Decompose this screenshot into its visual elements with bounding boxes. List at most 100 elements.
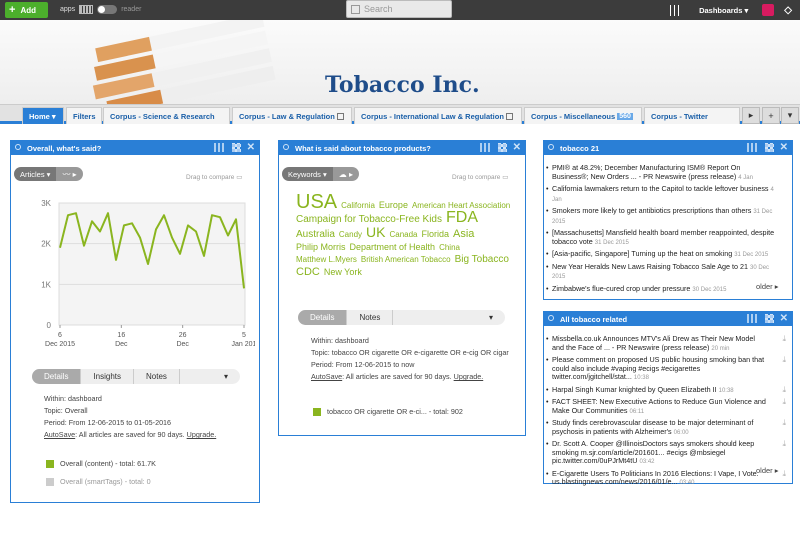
news-item[interactable]: Study finds cerebrovascular disease to b…	[546, 418, 786, 437]
keyword-term[interactable]: British American Tobacco	[361, 254, 451, 266]
keyword-term[interactable]: Candy	[339, 229, 362, 241]
metric-selector[interactable]: Articles ▾ 〰 ▸	[14, 167, 83, 181]
keyword-term[interactable]: Canada	[389, 229, 417, 241]
tab-filters[interactable]: Filters	[66, 107, 102, 124]
keyword-term[interactable]: FDA	[446, 210, 478, 226]
news-headline[interactable]: New Year Heralds New Laws Raising Tobacc…	[552, 262, 750, 271]
apps-toggle[interactable]: apps reader	[60, 5, 141, 14]
news-headline[interactable]: E-Cigarette Users To Politicians In 2016…	[552, 469, 759, 487]
tab-twitter[interactable]: Corpus - Twitter	[644, 107, 740, 124]
news-headline[interactable]: [Massachusetts] Mansfield health board m…	[552, 228, 774, 246]
older-button[interactable]: older ▸	[756, 466, 779, 475]
news-headline[interactable]: Zimbabwe's flue-cured crop under pressur…	[552, 284, 692, 293]
grid-icon[interactable]	[231, 143, 241, 152]
pin-icon[interactable]	[15, 144, 21, 150]
line-chart-icon[interactable]: 〰 ▸	[56, 167, 83, 181]
download-icon[interactable]: ⤓	[782, 355, 786, 365]
news-headline[interactable]: Smokers more likely to get antibiotics p…	[552, 206, 753, 215]
keyword-term[interactable]: Europe	[379, 199, 408, 211]
articles-dropdown[interactable]: Articles ▾	[14, 167, 57, 181]
tab-details[interactable]: Details	[298, 310, 348, 325]
avatar[interactable]	[762, 4, 775, 16]
news-item[interactable]: Please comment on proposed US public hou…	[546, 355, 786, 383]
tab-details[interactable]: Details	[32, 369, 82, 384]
keyword-term[interactable]: USA	[296, 192, 337, 212]
download-icon[interactable]: ⤓	[782, 418, 786, 428]
download-icon[interactable]: ⤓	[782, 439, 786, 449]
keyword-term[interactable]: UK	[366, 225, 385, 239]
grid-icon[interactable]	[497, 143, 507, 152]
upgrade-link[interactable]: Upgrade.	[454, 372, 484, 381]
keywords-dropdown[interactable]: Keywords ▾	[282, 167, 333, 181]
tab-science-research[interactable]: Corpus - Science & Research	[103, 107, 230, 124]
news-headline[interactable]: PMI® at 48.2%; December Manufacturing IS…	[552, 163, 740, 181]
close-icon[interactable]: ✕	[247, 143, 255, 153]
keyword-term[interactable]: Asia	[453, 228, 474, 240]
news-item[interactable]: New Year Heralds New Laws Raising Tobacc…	[546, 262, 776, 282]
chart-icon[interactable]	[746, 314, 759, 323]
keyword-term[interactable]: New York	[324, 266, 362, 278]
tab-insights[interactable]: Insights	[81, 369, 135, 384]
news-headline[interactable]: Harpal Singh Kumar knighted by Queen Eli…	[552, 385, 719, 394]
chart-icon[interactable]	[213, 143, 226, 152]
news-item[interactable]: Zimbabwe's flue-cured crop under pressur…	[546, 284, 776, 295]
grid-icon[interactable]	[764, 314, 774, 323]
news-item[interactable]: PMI® at 48.2%; December Manufacturing IS…	[546, 163, 776, 182]
tabs-menu-button[interactable]: ▾	[781, 107, 799, 124]
news-item[interactable]: Missbella.co.uk Announces MTV's Ali Drew…	[546, 334, 786, 353]
keyword-term[interactable]: Big Tobacco	[455, 254, 509, 266]
diamond-icon[interactable]: ◇	[784, 5, 792, 16]
details-menu[interactable]: ▾	[393, 310, 505, 325]
tab-law-regulation[interactable]: Corpus - Law & Regulation	[232, 107, 352, 124]
close-icon[interactable]: ✕	[780, 314, 788, 324]
news-item[interactable]: [Massachusetts] Mansfield health board m…	[546, 228, 776, 247]
news-headline[interactable]: FACT SHEET: New Executive Actions to Red…	[552, 397, 766, 415]
drag-to-compare[interactable]: Drag to compare ▭	[452, 173, 508, 181]
close-icon[interactable]: ✕	[780, 143, 788, 153]
keyword-term[interactable]: Matthew L.Myers	[296, 254, 357, 266]
chart-icon[interactable]	[479, 143, 492, 152]
legend-content[interactable]: Overall (content) - total: 61.7K	[46, 459, 156, 468]
download-icon[interactable]: ⤓	[782, 385, 786, 395]
keyword-term[interactable]: CDC	[296, 266, 320, 278]
tabs-next-button[interactable]: ▸	[742, 107, 760, 124]
upgrade-link[interactable]: Upgrade.	[187, 430, 217, 439]
news-headline[interactable]: Study finds cerebrovascular disease to b…	[552, 418, 753, 436]
keyword-term[interactable]: Australia	[296, 229, 335, 241]
news-item[interactable]: Dr. Scott A. Cooper @IllinoisDoctors say…	[546, 439, 786, 467]
keyword-term[interactable]: California	[341, 200, 375, 212]
drag-to-compare[interactable]: Drag to compare ▭	[186, 173, 242, 181]
legend-keywords[interactable]: tobacco OR cigarette OR e-ci... - total:…	[313, 407, 463, 416]
tab-miscellaneous[interactable]: Corpus - Miscellaneous 560	[524, 107, 642, 124]
legend-smarttags[interactable]: Overall (smartTags) - total: 0	[46, 477, 151, 486]
pin-icon[interactable]	[283, 144, 289, 150]
news-headline[interactable]: [Asia-pacific, Singapore] Turning up the…	[552, 249, 734, 258]
news-item[interactable]: E-Cigarette Users To Politicians In 2016…	[546, 469, 786, 488]
tab-international-law[interactable]: Corpus - International Law & Regulation	[354, 107, 522, 124]
keyword-term[interactable]: China	[439, 242, 460, 254]
news-headline[interactable]: California lawmakers return to the Capit…	[552, 184, 771, 193]
add-button[interactable]: + Add	[5, 2, 48, 18]
cloud-icon[interactable]: ☁ ▸	[332, 167, 360, 181]
dashboards-dropdown[interactable]: Dashboards ▾	[699, 6, 748, 15]
keyword-term[interactable]: Department of Health	[350, 241, 436, 253]
details-menu[interactable]: ▾	[180, 369, 240, 384]
search-input[interactable]: Search	[346, 0, 452, 18]
close-icon[interactable]: ✕	[513, 143, 521, 153]
chart-icon[interactable]	[746, 143, 759, 152]
add-tab-button[interactable]: +	[762, 107, 780, 124]
autosave-link[interactable]: AutoSave	[311, 372, 342, 381]
tab-notes[interactable]: Notes	[347, 310, 394, 325]
news-item[interactable]: California lawmakers return to the Capit…	[546, 184, 776, 204]
sliders-icon[interactable]	[670, 4, 682, 16]
keyword-term[interactable]: Florida	[422, 228, 450, 240]
keyword-term[interactable]: Philip Morris	[296, 241, 346, 253]
older-button[interactable]: older ▸	[756, 282, 779, 291]
news-item[interactable]: Smokers more likely to get antibiotics p…	[546, 206, 776, 226]
news-headline[interactable]: Please comment on proposed US public hou…	[552, 355, 764, 381]
news-item[interactable]: FACT SHEET: New Executive Actions to Red…	[546, 397, 786, 416]
toggle-icon[interactable]	[97, 5, 118, 14]
download-icon[interactable]: ⤓	[782, 469, 786, 479]
autosave-link[interactable]: AutoSave	[44, 430, 75, 439]
tab-home[interactable]: Home ▾	[22, 107, 64, 124]
